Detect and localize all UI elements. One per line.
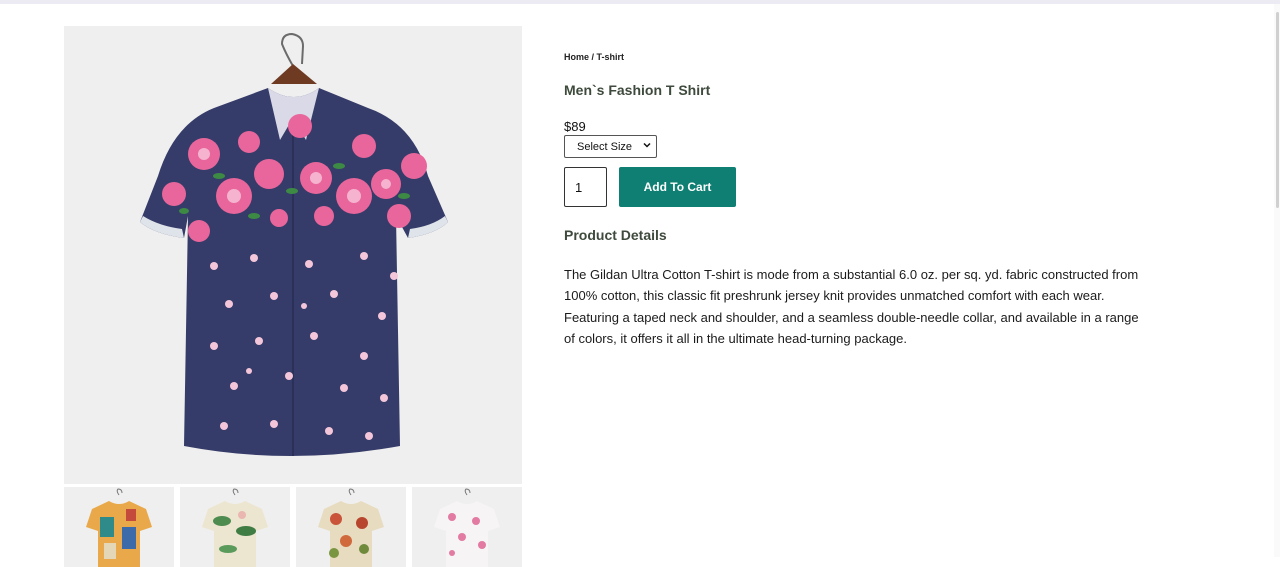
size-select[interactable]: Select Size bbox=[564, 135, 657, 158]
add-to-cart-button[interactable]: Add To Cart bbox=[619, 167, 736, 207]
product-details-heading: Product Details bbox=[564, 227, 667, 243]
product-description: The Gildan Ultra Cotton T-shirt is mode … bbox=[564, 267, 1139, 346]
thumbnail-4[interactable] bbox=[412, 487, 522, 567]
thumbnail-shirt-image bbox=[86, 488, 152, 567]
product-price: $89 bbox=[564, 119, 586, 134]
product-gallery bbox=[64, 26, 522, 567]
thumbnail-shirt-image bbox=[434, 488, 500, 567]
thumbnail-shirt-image bbox=[202, 488, 268, 567]
thumbnail-shirt-image bbox=[318, 488, 384, 567]
thumbnail-2[interactable] bbox=[180, 487, 290, 567]
thumbnail-1[interactable] bbox=[64, 487, 174, 567]
breadcrumb-home-link[interactable]: Home bbox=[564, 52, 589, 62]
thumbnail-3[interactable] bbox=[296, 487, 406, 567]
scrollbar-thumb[interactable] bbox=[1276, 12, 1279, 208]
breadcrumb: Home / T-shirt bbox=[564, 52, 624, 62]
floral-shirt-image bbox=[140, 32, 448, 456]
breadcrumb-current: T-shirt bbox=[596, 52, 625, 62]
main-product-image[interactable] bbox=[64, 26, 522, 484]
page-scrollbar[interactable] bbox=[1274, 4, 1280, 557]
product-title: Men`s Fashion T Shirt bbox=[564, 82, 711, 98]
chevron-down-icon bbox=[643, 142, 651, 148]
quantity-input[interactable]: 1 bbox=[564, 167, 607, 207]
thumbnail-strip bbox=[64, 487, 522, 567]
size-select-value: Select Size bbox=[577, 140, 633, 153]
top-bar bbox=[0, 0, 1280, 4]
breadcrumb-separator: / bbox=[589, 52, 597, 62]
